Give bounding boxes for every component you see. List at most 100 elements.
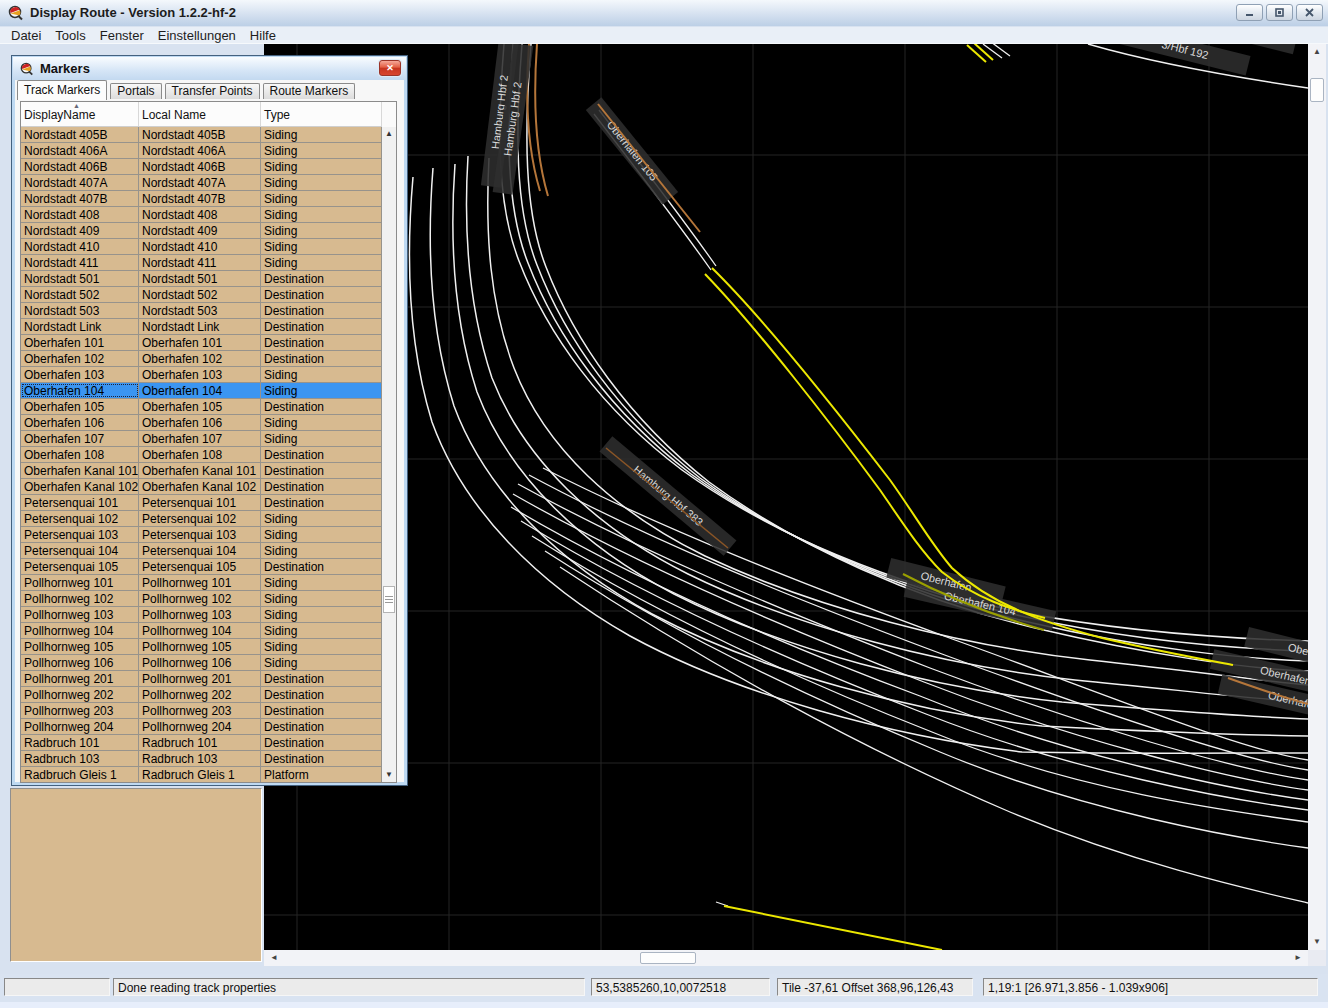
table-row[interactable]: Nordstadt 409Nordstadt 409Siding	[21, 223, 382, 239]
menu-item-einstellungen[interactable]: Einstellungen	[151, 28, 243, 43]
table-body: Nordstadt 405BNordstadt 405BSidingNordst…	[21, 127, 382, 782]
table-row[interactable]: Radbruch 103Radbruch 103Destination	[21, 751, 382, 767]
cell: Nordstadt 501	[139, 271, 261, 286]
map-horizontal-scrollbar[interactable]: ◄ ►	[264, 950, 1308, 966]
table-row[interactable]: Nordstadt 410Nordstadt 410Siding	[21, 239, 382, 255]
list-scroll-up-icon[interactable]: ▲	[382, 127, 396, 141]
table-row[interactable]: Pollhornweg 104Pollhornweg 104Siding	[21, 623, 382, 639]
cell: Siding	[261, 367, 382, 382]
tab-transfer-points[interactable]: Transfer Points	[165, 83, 260, 99]
menu-item-tools[interactable]: Tools	[48, 28, 92, 43]
cell: Radbruch 101	[21, 735, 139, 750]
map-vertical-scrollbar[interactable]: ▲ ▼	[1308, 44, 1326, 950]
cell: Oberhafen Kanal 102	[139, 479, 261, 494]
menu-item-hilfe[interactable]: Hilfe	[243, 28, 283, 43]
dialog-close-button[interactable]: ✕	[379, 60, 401, 76]
table-row[interactable]: Nordstadt 405BNordstadt 405BSiding	[21, 127, 382, 143]
table-row[interactable]: Petersenquai 102Petersenquai 102Siding	[21, 511, 382, 527]
scroll-up-icon[interactable]: ▲	[1308, 44, 1326, 60]
table-row[interactable]: Oberhafen 101Oberhafen 101Destination	[21, 335, 382, 351]
cell: Destination	[261, 463, 382, 478]
column-header-type[interactable]: Type	[261, 102, 382, 127]
cell: Petersenquai 103	[139, 527, 261, 542]
table-row[interactable]: Oberhafen 102Oberhafen 102Destination	[21, 351, 382, 367]
cell: Oberhafen 101	[139, 335, 261, 350]
table-row[interactable]: Pollhornweg 204Pollhornweg 204Destinatio…	[21, 719, 382, 735]
table-row[interactable]: Oberhafen 105Oberhafen 105Destination	[21, 399, 382, 415]
table-row[interactable]: Petersenquai 103Petersenquai 103Siding	[21, 527, 382, 543]
cell: Destination	[261, 287, 382, 302]
cell: Petersenquai 104	[139, 543, 261, 558]
table-row[interactable]: Nordstadt 501Nordstadt 501Destination	[21, 271, 382, 287]
table-row[interactable]: Nordstadt 411Nordstadt 411Siding	[21, 255, 382, 271]
table-row[interactable]: Nordstadt 407BNordstadt 407BSiding	[21, 191, 382, 207]
minimize-button[interactable]	[1236, 4, 1263, 21]
menu-item-fenster[interactable]: Fenster	[93, 28, 151, 43]
cell: Destination	[261, 687, 382, 702]
cell: Petersenquai 101	[21, 495, 139, 510]
cell: Pollhornweg 201	[139, 671, 261, 686]
close-button[interactable]	[1296, 4, 1323, 21]
table-row[interactable]: Pollhornweg 201Pollhornweg 201Destinatio…	[21, 671, 382, 687]
table-row[interactable]: Pollhornweg 102Pollhornweg 102Siding	[21, 591, 382, 607]
horizontal-scroll-thumb[interactable]	[640, 952, 696, 964]
cell: Destination	[261, 447, 382, 462]
table-row[interactable]: Nordstadt 502Nordstadt 502Destination	[21, 287, 382, 303]
scroll-right-icon[interactable]: ►	[1290, 950, 1306, 966]
tab-portals[interactable]: Portals	[110, 83, 161, 99]
scroll-left-icon[interactable]: ◄	[266, 950, 282, 966]
tab-route-markers[interactable]: Route Markers	[263, 83, 356, 99]
list-scroll-thumb[interactable]	[383, 586, 395, 613]
cell: Nordstadt 408	[21, 207, 139, 222]
markers-table: DisplayName▲Local NameType Nordstadt 405…	[20, 101, 397, 783]
cell: Siding	[261, 415, 382, 430]
cell: Destination	[261, 495, 382, 510]
table-row[interactable]: Oberhafen Kanal 102Oberhafen Kanal 102De…	[21, 479, 382, 495]
tab-track-markers[interactable]: Track Markers	[17, 80, 107, 100]
cell: Siding	[261, 175, 382, 190]
table-row[interactable]: Petersenquai 101Petersenquai 101Destinat…	[21, 495, 382, 511]
cell: Siding	[261, 239, 382, 254]
table-row[interactable]: Nordstadt 407ANordstadt 407ASiding	[21, 175, 382, 191]
table-row[interactable]: Radbruch 101Radbruch 101Destination	[21, 735, 382, 751]
cell: Pollhornweg 103	[21, 607, 139, 622]
table-row[interactable]: Radbruch Gleis 1Radbruch Gleis 1Platform	[21, 767, 382, 782]
cell: Siding	[261, 655, 382, 670]
table-row[interactable]: Pollhornweg 202Pollhornweg 202Destinatio…	[21, 687, 382, 703]
cell: Petersenquai 104	[21, 543, 139, 558]
table-row[interactable]: Nordstadt 406ANordstadt 406ASiding	[21, 143, 382, 159]
table-row[interactable]: Oberhafen Kanal 101Oberhafen Kanal 101De…	[21, 463, 382, 479]
map-canvas[interactable]: Hamburg Hbf 2Hamburg Hbf 2Oberhafen 1053…	[264, 44, 1308, 950]
table-row[interactable]: Pollhornweg 103Pollhornweg 103Siding	[21, 607, 382, 623]
table-row[interactable]: Pollhornweg 203Pollhornweg 203Destinatio…	[21, 703, 382, 719]
maximize-button[interactable]	[1266, 4, 1293, 21]
table-row[interactable]: Petersenquai 104Petersenquai 104Siding	[21, 543, 382, 559]
cell: Pollhornweg 203	[21, 703, 139, 718]
table-row[interactable]: Pollhornweg 101Pollhornweg 101Siding	[21, 575, 382, 591]
column-header-displayname[interactable]: DisplayName▲	[21, 102, 139, 127]
dialog-icon	[20, 62, 34, 76]
list-scrollbar[interactable]: ▲ ▼	[382, 127, 396, 782]
list-scroll-down-icon[interactable]: ▼	[382, 768, 396, 782]
cell: Destination	[261, 319, 382, 334]
table-row[interactable]: Oberhafen 107Oberhafen 107Siding	[21, 431, 382, 447]
table-row[interactable]: Petersenquai 105Petersenquai 105Destinat…	[21, 559, 382, 575]
column-header-local-name[interactable]: Local Name	[139, 102, 261, 127]
table-row[interactable]: Pollhornweg 105Pollhornweg 105Siding	[21, 639, 382, 655]
menu-item-datei[interactable]: Datei	[4, 28, 48, 43]
status-field: Done reading track properties	[113, 978, 585, 996]
table-row[interactable]: Oberhafen 103Oberhafen 103Siding	[21, 367, 382, 383]
table-row[interactable]: Nordstadt 503Nordstadt 503Destination	[21, 303, 382, 319]
vertical-scroll-thumb[interactable]	[1310, 78, 1324, 102]
scroll-down-icon[interactable]: ▼	[1308, 934, 1326, 950]
table-row[interactable]: Oberhafen 106Oberhafen 106Siding	[21, 415, 382, 431]
cell: Nordstadt 502	[139, 287, 261, 302]
table-row[interactable]: Nordstadt LinkNordstadt LinkDestination	[21, 319, 382, 335]
table-row[interactable]: Nordstadt 406BNordstadt 406BSiding	[21, 159, 382, 175]
table-row[interactable]: Pollhornweg 106Pollhornweg 106Siding	[21, 655, 382, 671]
table-row[interactable]: Nordstadt 408Nordstadt 408Siding	[21, 207, 382, 223]
table-row[interactable]: Oberhafen 104Oberhafen 104Siding	[21, 383, 382, 399]
cell: Siding	[261, 223, 382, 238]
cell: Petersenquai 105	[139, 559, 261, 574]
table-row[interactable]: Oberhafen 108Oberhafen 108Destination	[21, 447, 382, 463]
